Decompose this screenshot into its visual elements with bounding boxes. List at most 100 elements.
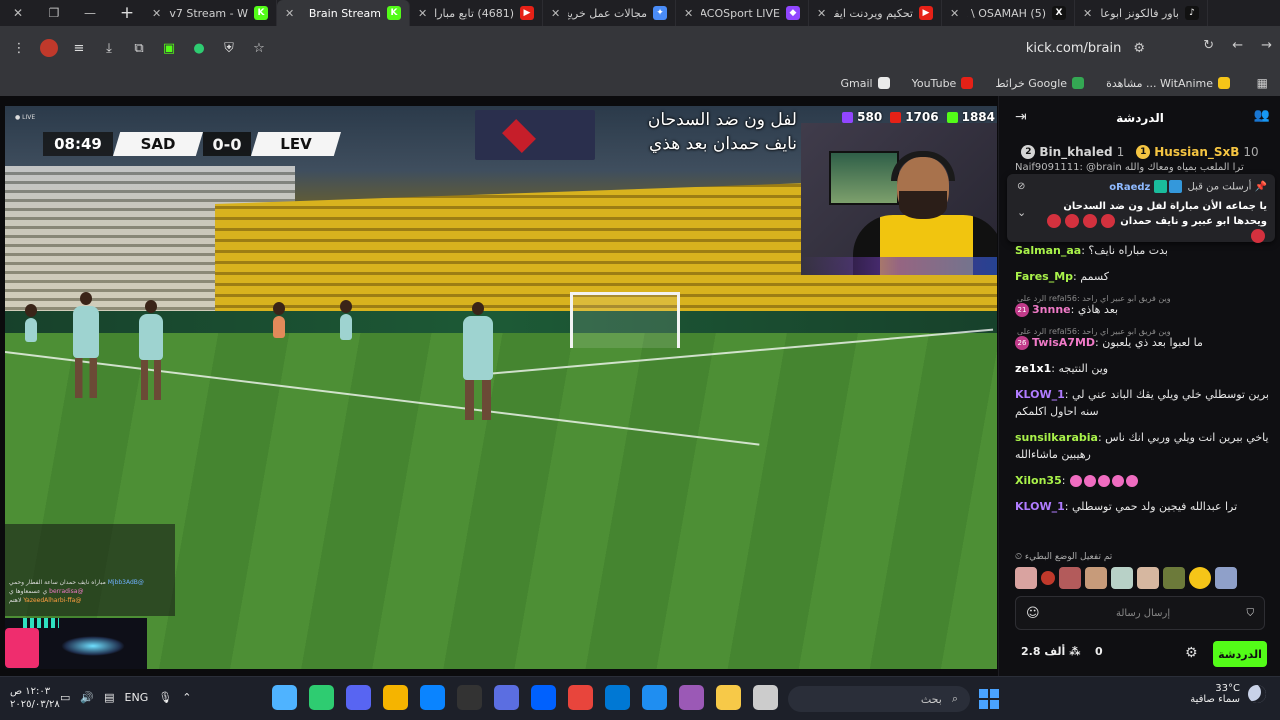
top-gifter[interactable]: 2 Bin_khaled 1 [1021,145,1124,159]
taskbar-app-icon[interactable] [753,685,778,710]
close-tab-icon[interactable]: ✕ [418,7,427,20]
bookmark-item[interactable]: مشاهدة ... WitAnime [1106,77,1230,90]
shield-icon[interactable]: ⛉ [1246,608,1254,619]
taskbar-clock[interactable]: ١٢:٠٣ ص ٢٠٢٥/٠٣/٢٨ [10,685,60,711]
weather-widget[interactable]: 33°C سماء صافية [1190,683,1266,705]
kicks-balance[interactable]: 2.8 ألف ⁂ [1021,645,1080,658]
browser-tab[interactable]: ✕ X \ OSAMAH (5) X [942,0,1075,26]
language-indicator[interactable]: ENG [125,691,149,704]
emote-icon[interactable] [1085,567,1107,589]
taskbar-app-icon[interactable] [716,685,741,710]
chat-input[interactable]: ☺ إرسال رسالة ⛉ [1015,596,1265,630]
site-settings-icon[interactable]: ⚙ [1133,41,1145,56]
heart-emote-icon[interactable] [1041,571,1055,585]
extensions-icon[interactable]: ⧉ [130,39,148,57]
close-tab-icon[interactable]: ✕ [950,7,959,20]
browser-tab[interactable]: ✕ Brain Stream K [277,0,410,26]
sunglasses-emote-icon[interactable] [1189,567,1211,589]
close-tab-icon[interactable]: ✕ [152,7,161,20]
tab-title[interactable]: مجالات عمل خريج [568,7,647,20]
chat-username[interactable]: 3nnne [1032,303,1071,316]
media-controls-icon[interactable]: ≡ [70,39,88,57]
taskbar-search[interactable]: بحث ⌕ [788,686,970,712]
bookmark-star-icon[interactable]: ☆ [250,39,268,57]
microphone-icon[interactable]: 🎙 [158,691,172,704]
video-player[interactable]: ● LIVE 08:49 SAD 0-0 LEV لفل ون ضد السدح… [5,106,997,669]
network-icon[interactable]: ▤ [104,691,114,704]
browser-tab[interactable]: ✕ JACOSport LIVE ◆ [676,0,809,26]
url-text[interactable]: kick.com/brain [1026,41,1122,56]
taskbar-app-icon[interactable] [383,685,408,710]
start-button[interactable] [979,689,999,709]
hide-pin-icon[interactable]: ⊘ [1017,181,1025,192]
chat-username[interactable]: Salman_aa [1015,244,1081,257]
minimize-window-icon[interactable]: — [72,0,108,26]
expand-pin-icon[interactable]: ⌄ [1017,206,1026,219]
chat-username[interactable]: sunsilkarabia [1015,431,1098,444]
taskbar-app-icon[interactable] [605,685,630,710]
taskbar-app-icon[interactable] [568,685,593,710]
taskbar-app-icon[interactable] [642,685,667,710]
tab-title[interactable]: X \ OSAMAH (5) [967,7,1046,20]
battery-icon[interactable]: ▭ [60,691,70,704]
emote-icon[interactable] [1215,567,1237,589]
address-bar[interactable]: kick.com/brain ⚙ [270,35,1185,61]
emote-icon[interactable] [1163,567,1185,589]
taskbar-app-icon[interactable] [494,685,519,710]
bookmark-label[interactable]: YouTube [912,77,957,90]
gifter-name[interactable]: Hussian_SxB [1154,145,1239,159]
volume-icon[interactable]: 🔊 [80,691,94,704]
emoji-picker-icon[interactable]: ☺ [1026,606,1040,621]
chat-settings-icon[interactable]: ⚙ [1185,645,1198,661]
taskbar-app-icon[interactable] [309,685,334,710]
close-tab-icon[interactable]: ✕ [684,7,693,20]
bookmark-label[interactable]: خرائط Google [995,77,1067,90]
new-tab-button[interactable]: + [110,0,144,26]
bookmark-item[interactable]: YouTube [912,77,974,90]
taskbar-app-icon[interactable] [420,685,445,710]
back-icon[interactable]: ← [1232,38,1243,53]
close-tab-icon[interactable]: ✕ [285,7,294,20]
menu-icon[interactable]: ⋮ [10,39,28,57]
taskbar-app-icon[interactable] [679,685,704,710]
search-label[interactable]: بحث [921,693,942,706]
apps-grid-icon[interactable]: ▦ [1257,76,1268,90]
bookmark-label[interactable]: Gmail [841,77,873,90]
taskbar-app-icon[interactable] [457,685,482,710]
chat-username[interactable]: KLOW_1 [1015,500,1065,513]
tray-overflow-icon[interactable]: ⌃ [182,691,191,704]
channel-points[interactable]: 0 [1095,645,1103,658]
emote-icon[interactable] [1111,567,1133,589]
tab-title[interactable]: JACOSport LIVE [701,7,780,20]
bookmark-item[interactable]: خرائط Google [995,77,1085,90]
extension-kick-icon[interactable]: ▣ [160,39,178,57]
chat-username[interactable]: KLOW_1 [1015,388,1065,401]
taskbar-app-icon[interactable] [531,685,556,710]
restore-window-icon[interactable]: ❐ [36,0,72,26]
browser-tab[interactable]: ✕ Nxv7 Stream - W K [144,0,277,26]
browser-tab[interactable]: ✕ (4681) تابع مباراة ▶ [410,0,543,26]
close-tab-icon[interactable]: ✕ [1083,7,1092,20]
chat-username[interactable]: Fares_Mp [1015,270,1073,283]
shield-icon[interactable]: ⛨ [220,39,238,57]
chat-username[interactable]: ze1x1 [1015,362,1051,375]
chat-input-placeholder[interactable]: إرسال رسالة [1116,608,1170,619]
pinned-user[interactable]: oRaedz [1109,182,1150,193]
top-gifter[interactable]: 1 Hussian_SxB 10 [1136,145,1259,159]
tab-title[interactable]: Nxv7 Stream - W [169,7,248,20]
extension-badge-icon[interactable]: ● [190,39,208,57]
browser-tab[interactable]: ✕ مجالات عمل خريج ✦ [543,0,676,26]
gifter-name[interactable]: Bin_khaled [1039,145,1112,159]
close-tab-icon[interactable]: ✕ [817,7,826,20]
tab-title[interactable]: Brain Stream [302,7,381,20]
close-window-icon[interactable]: ✕ [0,0,36,26]
bookmark-label[interactable]: مشاهدة ... WitAnime [1106,77,1213,90]
pinned-message[interactable]: ⊘ 📌 أرسلت من قبل oRaedz يا جماعه الأن مب… [1007,174,1275,243]
emote-icon[interactable] [1015,567,1037,589]
reload-icon[interactable]: ↻ [1203,38,1214,53]
forward-icon[interactable]: → [1261,38,1272,53]
browser-tab[interactable]: ✕ باور فالكونز ابوعا ♪ [1075,0,1208,26]
downloads-icon[interactable]: ⤓ [100,39,118,57]
emote-icon[interactable] [1137,567,1159,589]
users-icon[interactable]: 👥 [1254,108,1270,123]
